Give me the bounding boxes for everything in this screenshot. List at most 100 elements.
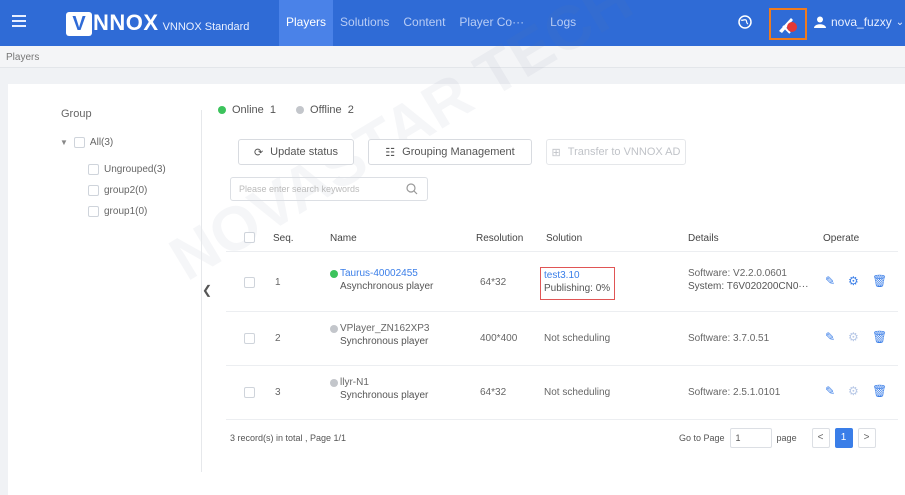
tree-item-group1[interactable]: group1(0)	[88, 206, 147, 217]
offline-dot-icon	[330, 325, 338, 333]
player-name[interactable]: llyr-N1	[340, 377, 369, 388]
tree-item-group2[interactable]: group2(0)	[88, 185, 147, 196]
nav-logs[interactable]: Logs	[543, 0, 583, 46]
next-page-button[interactable]: >	[857, 428, 876, 448]
delete-icon[interactable]: 🗑	[872, 274, 887, 288]
user-icon	[814, 16, 826, 28]
online-dot-icon	[330, 270, 338, 278]
goto-page-input[interactable]: 1	[729, 428, 772, 448]
table-row[interactable]: 1 Taurus-40002455 Asynchronous player 64…	[226, 252, 898, 312]
offline-filter[interactable]: Offline 2	[296, 104, 354, 116]
details-software: Software: V2.2.0.0601	[688, 268, 787, 279]
edit-icon[interactable]: ✎	[825, 274, 835, 288]
row-resolution: 64*32	[480, 277, 507, 288]
details-cell: Software: V2.2.0.0601 System: T6V020200C…	[688, 268, 808, 292]
online-count: 1	[269, 104, 277, 116]
row-resolution: 400*400	[480, 333, 518, 344]
notification-highlight[interactable]	[769, 8, 807, 40]
header-operate: Operate	[823, 233, 860, 244]
search-icon[interactable]	[406, 183, 418, 195]
solution-link[interactable]: test3.10	[544, 270, 580, 281]
page-label: page	[776, 433, 797, 443]
row-resolution: 64*32	[480, 387, 507, 398]
player-type: Synchronous player	[340, 336, 429, 347]
collapse-sidebar-icon[interactable]: ❮	[202, 283, 212, 297]
user-menu[interactable]: nova_fuzxy ⌄	[814, 15, 904, 29]
nav-player-control[interactable]: Player Co···	[452, 0, 531, 46]
checkbox[interactable]	[88, 206, 99, 217]
transfer-label: Transfer to VNNOX AD	[567, 146, 681, 158]
group-title: Group	[61, 108, 92, 120]
row-solution: Not scheduling	[544, 387, 611, 398]
row-checkbox[interactable]	[244, 333, 255, 344]
delete-icon[interactable]: 🗑	[872, 384, 887, 398]
prev-page-button[interactable]: <	[811, 428, 830, 448]
logo: V NNOX VNNOX Standard	[66, 10, 249, 36]
tree-item-label: Ungrouped(3)	[104, 164, 166, 175]
globe-icon[interactable]	[738, 15, 752, 29]
table-row[interactable]: 2 VPlayer_ZN162XP3 Synchronous player 40…	[226, 312, 898, 366]
header-name: Name	[330, 233, 357, 244]
transfer-button[interactable]: ⊞ Transfer to VNNOX AD	[546, 139, 686, 165]
menu-icon[interactable]	[12, 15, 26, 29]
main-panel: NOVASTAR TECH CO Group ▼ All(3) Ungroupe…	[8, 0, 905, 495]
search-placeholder: Please enter search keywords	[239, 184, 360, 194]
goto-label: Go to Page	[679, 433, 725, 443]
search-input[interactable]: Please enter search keywords	[230, 177, 428, 201]
caret-down-icon[interactable]: ▼	[60, 138, 68, 147]
settings-icon[interactable]: ⚙	[848, 384, 859, 398]
settings-icon[interactable]: ⚙	[848, 330, 859, 344]
alert-bell-icon[interactable]	[777, 15, 801, 35]
row-checkbox[interactable]	[244, 277, 255, 288]
row-seq: 2	[275, 333, 281, 344]
tree-item-all[interactable]: ▼ All(3)	[60, 137, 113, 148]
player-type: Asynchronous player	[340, 281, 434, 292]
details-system: System: T6V020200CN0···	[688, 281, 809, 292]
tree-item-label: All(3)	[89, 137, 114, 148]
logo-subtitle: VNNOX Standard	[162, 21, 250, 33]
select-all-checkbox[interactable]	[244, 232, 255, 243]
settings-icon[interactable]: ⚙	[848, 274, 859, 288]
header-solution: Solution	[546, 233, 583, 244]
checkbox[interactable]	[88, 185, 99, 196]
edit-icon[interactable]: ✎	[825, 330, 835, 344]
update-status-button[interactable]: ⟳ Update status	[238, 139, 354, 165]
grouping-management-label: Grouping Management	[402, 146, 515, 158]
edit-icon[interactable]: ✎	[825, 384, 835, 398]
row-checkbox[interactable]	[244, 387, 255, 398]
publishing-progress: Publishing: 0%	[544, 283, 611, 294]
nav-solutions[interactable]: Solutions	[333, 0, 396, 46]
solution-cell: test3.10 Publishing: 0%	[544, 270, 610, 294]
offline-dot-icon	[330, 379, 338, 387]
online-filter[interactable]: Online 1	[218, 104, 276, 116]
details-software: Software: 3.7.0.51	[688, 333, 770, 344]
checkbox[interactable]	[88, 164, 99, 175]
breadcrumb: Players	[6, 52, 40, 63]
player-name-cell: VPlayer_ZN162XP3 Synchronous player	[340, 323, 430, 347]
breadcrumb-bar: Players	[0, 46, 905, 68]
details-software: Software: 2.5.1.0101	[688, 387, 781, 398]
tree-item-ungrouped[interactable]: Ungrouped(3)	[88, 164, 166, 175]
player-name-link[interactable]: Taurus-40002455	[340, 268, 418, 279]
row-seq: 1	[275, 277, 281, 288]
player-name[interactable]: VPlayer_ZN162XP3	[340, 323, 430, 334]
header-seq: Seq.	[273, 233, 294, 244]
grouping-management-button[interactable]: ☷ Grouping Management	[368, 139, 532, 165]
table-row[interactable]: 3 llyr-N1 Synchronous player 64*32 Not s…	[226, 366, 898, 420]
chevron-down-icon: ⌄	[895, 16, 905, 28]
page-1-button[interactable]: 1	[834, 428, 853, 448]
user-name: nova_fuzxy	[831, 15, 892, 29]
checkbox[interactable]	[73, 137, 85, 148]
online-label: Online	[232, 104, 264, 116]
row-seq: 3	[275, 387, 281, 398]
delete-icon[interactable]: 🗑	[872, 330, 887, 344]
nav-players[interactable]: Players	[279, 0, 334, 46]
status-summary: Online 1 Offline 2	[218, 104, 374, 116]
nav-content[interactable]: Content	[396, 0, 452, 46]
logo-mark: V	[66, 12, 92, 36]
transfer-icon: ⊞	[551, 146, 561, 159]
update-status-label: Update status	[270, 146, 339, 158]
record-summary: 3 record(s) in total , Page 1/1	[230, 433, 347, 443]
player-name-cell: llyr-N1 Synchronous player	[340, 377, 428, 401]
pagination: Go to Page 1 page < 1 >	[679, 428, 876, 448]
